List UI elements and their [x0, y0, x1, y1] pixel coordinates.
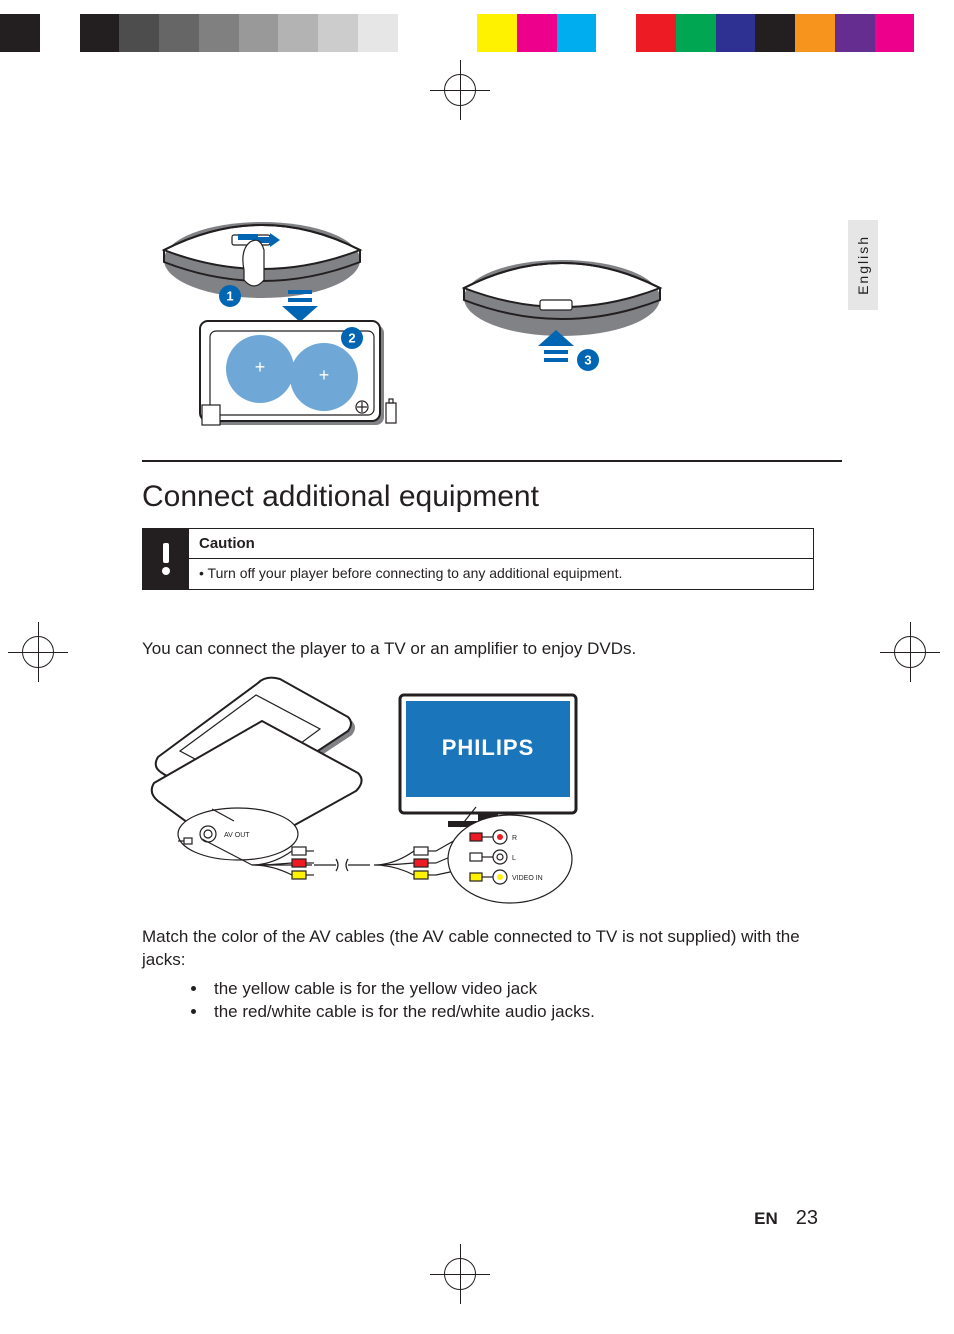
footer-language: EN: [754, 1209, 778, 1229]
caution-title: Caution: [189, 529, 813, 559]
list-item: the yellow cable is for the yellow video…: [208, 978, 810, 1001]
registration-mark-top: [430, 60, 490, 120]
footer-page-number: 23: [796, 1207, 818, 1230]
page-area: English 1 +: [80, 130, 878, 1240]
language-tab: English: [848, 220, 878, 310]
caution-icon: [143, 529, 189, 589]
svg-text:PHILIPS: PHILIPS: [442, 735, 535, 760]
svg-text:AV OUT: AV OUT: [224, 832, 250, 839]
step-badge-3: 3: [577, 349, 599, 371]
svg-text:L: L: [512, 855, 516, 862]
svg-text:3: 3: [584, 353, 591, 368]
registration-mark-right: [880, 622, 940, 682]
registration-mark-left: [8, 622, 68, 682]
caution-box: Caution Turn off your player before conn…: [142, 528, 814, 590]
step-badge-2: 2: [341, 327, 363, 349]
language-tab-label: English: [855, 235, 871, 295]
svg-text:2: 2: [348, 331, 355, 346]
color-calibration-bar: [0, 14, 954, 52]
svg-text:VIDEO IN: VIDEO IN: [512, 875, 543, 882]
paragraph-match-colors: Match the color of the AV cables (the AV…: [142, 926, 822, 972]
svg-text:R: R: [512, 835, 517, 842]
page-footer: EN 23: [754, 1207, 818, 1230]
section-divider: [142, 460, 842, 462]
svg-text:+: +: [255, 357, 266, 377]
registration-mark-bottom: [430, 1244, 490, 1304]
cable-bullet-list: the yellow cable is for the yellow video…: [190, 978, 810, 1024]
caution-body: Turn off your player before connecting t…: [189, 559, 813, 589]
diagram-av-connection: AV OUT: [142, 675, 602, 920]
paragraph-intro: You can connect the player to a TV or an…: [142, 638, 822, 660]
step-badge-1: 1: [219, 285, 241, 307]
svg-text:+: +: [319, 365, 330, 385]
battery-icon: [386, 399, 396, 423]
section-heading: Connect additional equipment: [142, 480, 539, 514]
diagram-battery-install: 1 + +: [142, 160, 702, 430]
svg-text:1: 1: [226, 289, 233, 304]
list-item: the red/white cable is for the red/white…: [208, 1001, 810, 1024]
